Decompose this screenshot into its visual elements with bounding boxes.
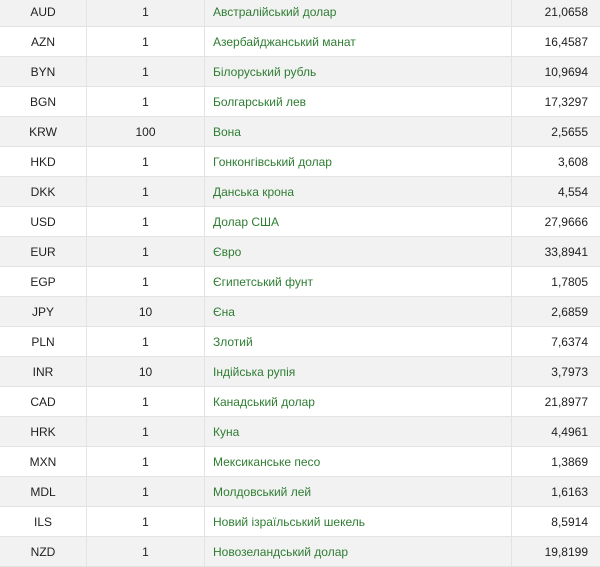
table-row: NZD 1 Новозеландський долар 19,8199 [0, 537, 600, 567]
currency-units: 1 [87, 507, 205, 537]
table-row: AUD 1 Австралійський долар 21,0658 [0, 0, 600, 27]
currency-units: 1 [87, 477, 205, 507]
currency-code: KRW [0, 117, 87, 147]
table-row: HKD 1 Гонконгівський долар 3,608 [0, 147, 600, 177]
currency-code: CAD [0, 387, 87, 417]
currency-rate: 2,6859 [512, 297, 600, 327]
currency-units: 1 [87, 57, 205, 87]
currency-rate: 3,7973 [512, 357, 600, 387]
currency-rate: 10,9694 [512, 57, 600, 87]
currency-rate: 1,3869 [512, 447, 600, 477]
currency-rate: 16,4587 [512, 27, 600, 57]
currency-code: BGN [0, 87, 87, 117]
currency-code: NZD [0, 537, 87, 567]
currency-code: DKK [0, 177, 87, 207]
table-row: BGN 1 Болгарський лев 17,3297 [0, 87, 600, 117]
exchange-rates-table: AUD 1 Австралійський долар 21,0658 AZN 1… [0, 0, 600, 567]
currency-units: 10 [87, 297, 205, 327]
currency-code: MXN [0, 447, 87, 477]
table-row: PLN 1 Злотий 7,6374 [0, 327, 600, 357]
currency-rate: 1,6163 [512, 477, 600, 507]
currency-units: 1 [87, 0, 205, 27]
currency-units: 1 [87, 87, 205, 117]
currency-units: 1 [87, 387, 205, 417]
currency-name-link[interactable]: Мексиканське песо [205, 447, 512, 477]
currency-name-link[interactable]: Данська крона [205, 177, 512, 207]
currency-rate: 33,8941 [512, 237, 600, 267]
table-row: USD 1 Долар США 27,9666 [0, 207, 600, 237]
currency-code: EUR [0, 237, 87, 267]
currency-units: 1 [87, 417, 205, 447]
table-row: ILS 1 Новий ізраїльський шекель 8,5914 [0, 507, 600, 537]
currency-rate: 4,554 [512, 177, 600, 207]
currency-units: 100 [87, 117, 205, 147]
currency-code: USD [0, 207, 87, 237]
currency-rate: 21,0658 [512, 0, 600, 27]
currency-code: ILS [0, 507, 87, 537]
currency-name-link[interactable]: Єна [205, 297, 512, 327]
currency-units: 1 [87, 537, 205, 567]
currency-code: PLN [0, 327, 87, 357]
currency-name-link[interactable]: Молдовський лей [205, 477, 512, 507]
currency-code: JPY [0, 297, 87, 327]
currency-rate: 1,7805 [512, 267, 600, 297]
currency-name-link[interactable]: Долар США [205, 207, 512, 237]
currency-rate: 27,9666 [512, 207, 600, 237]
table-row: BYN 1 Білоруський рубль 10,9694 [0, 57, 600, 87]
currency-name-link[interactable]: Гонконгівський долар [205, 147, 512, 177]
exchange-rates-body: AUD 1 Австралійський долар 21,0658 AZN 1… [0, 0, 600, 567]
table-row: MDL 1 Молдовський лей 1,6163 [0, 477, 600, 507]
table-row: JPY 10 Єна 2,6859 [0, 297, 600, 327]
currency-rate: 19,8199 [512, 537, 600, 567]
currency-code: EGP [0, 267, 87, 297]
currency-units: 1 [87, 267, 205, 297]
table-row: INR 10 Індійська рупія 3,7973 [0, 357, 600, 387]
currency-name-link[interactable]: Азербайджанський манат [205, 27, 512, 57]
currency-code: MDL [0, 477, 87, 507]
table-row: AZN 1 Азербайджанський манат 16,4587 [0, 27, 600, 57]
currency-code: HKD [0, 147, 87, 177]
currency-units: 1 [87, 447, 205, 477]
currency-name-link[interactable]: Індійська рупія [205, 357, 512, 387]
currency-name-link[interactable]: Канадський долар [205, 387, 512, 417]
currency-rate: 7,6374 [512, 327, 600, 357]
currency-units: 1 [87, 327, 205, 357]
currency-units: 1 [87, 147, 205, 177]
table-row: EUR 1 Євро 33,8941 [0, 237, 600, 267]
currency-code: AUD [0, 0, 87, 27]
currency-name-link[interactable]: Білоруський рубль [205, 57, 512, 87]
currency-rate: 21,8977 [512, 387, 600, 417]
currency-name-link[interactable]: Болгарський лев [205, 87, 512, 117]
table-row: HRK 1 Куна 4,4961 [0, 417, 600, 447]
currency-code: AZN [0, 27, 87, 57]
table-row: DKK 1 Данська крона 4,554 [0, 177, 600, 207]
currency-rate: 3,608 [512, 147, 600, 177]
currency-rate: 2,5655 [512, 117, 600, 147]
currency-name-link[interactable]: Єгипетський фунт [205, 267, 512, 297]
currency-rate: 8,5914 [512, 507, 600, 537]
table-row: EGP 1 Єгипетський фунт 1,7805 [0, 267, 600, 297]
currency-code: INR [0, 357, 87, 387]
currency-code: BYN [0, 57, 87, 87]
currency-units: 10 [87, 357, 205, 387]
currency-code: HRK [0, 417, 87, 447]
currency-rate: 17,3297 [512, 87, 600, 117]
currency-units: 1 [87, 27, 205, 57]
currency-units: 1 [87, 237, 205, 267]
currency-rate: 4,4961 [512, 417, 600, 447]
currency-units: 1 [87, 207, 205, 237]
currency-name-link[interactable]: Вона [205, 117, 512, 147]
currency-name-link[interactable]: Австралійський долар [205, 0, 512, 27]
currency-name-link[interactable]: Куна [205, 417, 512, 447]
currency-name-link[interactable]: Новозеландський долар [205, 537, 512, 567]
currency-units: 1 [87, 177, 205, 207]
table-row: MXN 1 Мексиканське песо 1,3869 [0, 447, 600, 477]
table-row: CAD 1 Канадський долар 21,8977 [0, 387, 600, 417]
currency-name-link[interactable]: Євро [205, 237, 512, 267]
currency-name-link[interactable]: Новий ізраїльський шекель [205, 507, 512, 537]
table-row: KRW 100 Вона 2,5655 [0, 117, 600, 147]
currency-name-link[interactable]: Злотий [205, 327, 512, 357]
